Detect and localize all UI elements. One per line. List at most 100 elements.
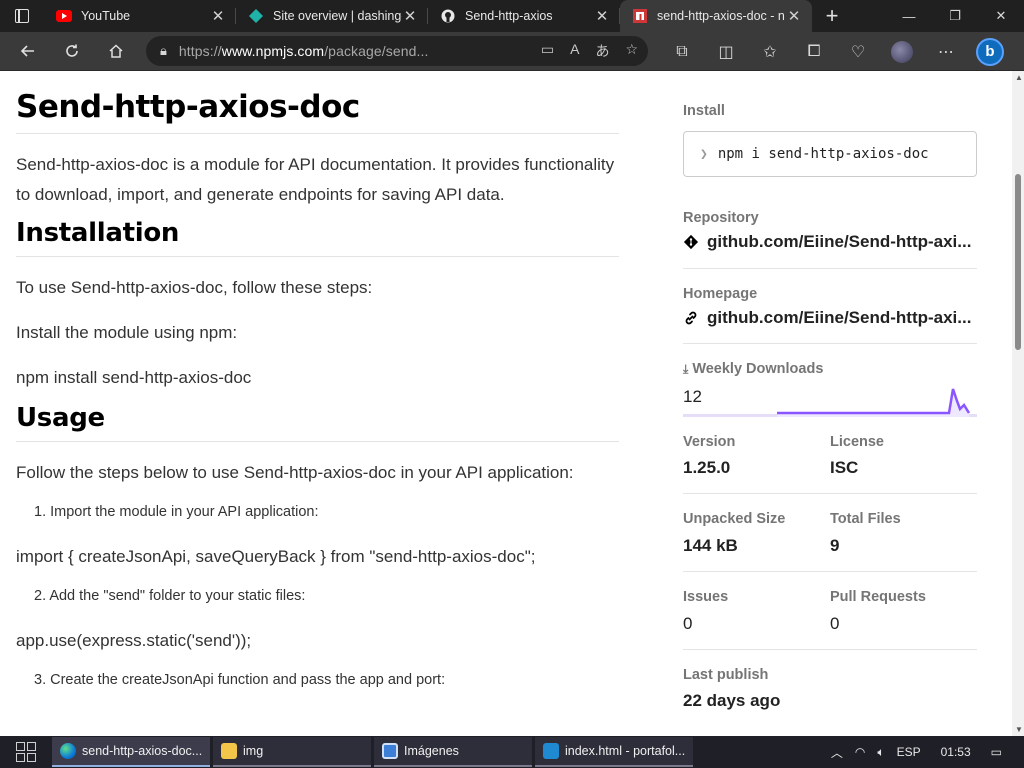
- tab-youtube[interactable]: YouTube ✕: [44, 0, 236, 32]
- tab-close-icon[interactable]: ✕: [210, 7, 226, 25]
- refresh-button[interactable]: [52, 35, 92, 67]
- version-label: Version: [683, 434, 736, 450]
- back-button[interactable]: [8, 35, 48, 67]
- taskbar-item-label: send-http-axios-doc...: [82, 744, 203, 758]
- vscode-icon: [543, 743, 559, 759]
- netlify-icon: [248, 8, 264, 24]
- extensions-button[interactable]: ⧉: [660, 32, 704, 71]
- edge-icon: [60, 743, 76, 759]
- home-icon: [109, 44, 123, 58]
- installation-text: Install the module using npm:: [16, 323, 238, 342]
- repository-link[interactable]: github.com/Eiine/Send-http-axi...: [683, 232, 977, 252]
- tab-close-icon[interactable]: ✕: [402, 7, 418, 25]
- installation-heading: Installation: [16, 218, 619, 257]
- homepage-value[interactable]: github.com/Eiine/Send-http-axi...: [707, 308, 971, 328]
- download-icon: ⤓: [683, 362, 689, 376]
- puzzle-icon: ⧉: [676, 42, 688, 60]
- pull-requests-value[interactable]: 0: [830, 614, 977, 634]
- total-files-label: Total Files: [830, 511, 901, 527]
- refresh-icon: [66, 44, 78, 57]
- unpacked-size-value: 144 kB: [683, 536, 738, 555]
- lock-icon[interactable]: 🔒︎: [160, 43, 167, 59]
- usage-heading: Usage: [16, 403, 619, 442]
- tab-netlify[interactable]: Site overview | dashing- ✕: [236, 0, 428, 32]
- translate-icon[interactable]: あ: [595, 41, 609, 61]
- package-sidebar: Install ❯ npm i send-http-axios-doc Repo…: [683, 71, 977, 711]
- browser-essentials-button[interactable]: ♡: [836, 32, 880, 71]
- start-button[interactable]: [0, 736, 52, 768]
- install-command-box[interactable]: ❯ npm i send-http-axios-doc: [683, 131, 977, 177]
- tab-close-icon[interactable]: ✕: [594, 7, 610, 25]
- favorite-star-icon[interactable]: ☆: [625, 41, 638, 61]
- list-item: 2. Add the "send" folder to your static …: [34, 588, 306, 604]
- repository-label: Repository: [683, 210, 759, 226]
- tab-title: send-http-axios-doc - n: [657, 9, 785, 23]
- downloads-sparkline: [777, 388, 971, 417]
- repository-value[interactable]: github.com/Eiine/Send-http-axi...: [707, 232, 971, 252]
- windows-start-icon: [16, 742, 36, 762]
- home-button[interactable]: [96, 35, 136, 67]
- scroll-down-icon[interactable]: ▼: [1015, 725, 1023, 734]
- address-bar[interactable]: 🔒︎ https://www.npmjs.com/package/send...…: [146, 36, 648, 66]
- notification-icon[interactable]: ▭: [985, 745, 1024, 759]
- list-item: 1. Import the module in your API applica…: [34, 504, 319, 520]
- tab-actions-button[interactable]: [0, 0, 44, 32]
- github-icon: [440, 8, 456, 24]
- clock[interactable]: 01:53: [927, 745, 985, 759]
- installation-text: To use Send-http-axios-doc, follow these…: [16, 278, 373, 297]
- taskbar-item-vscode[interactable]: index.html - portafol...: [535, 737, 693, 767]
- read-aloud-icon[interactable]: A: [570, 41, 579, 61]
- settings-more-button[interactable]: ⋯: [924, 32, 968, 71]
- install-command[interactable]: npm i send-http-axios-doc: [718, 146, 929, 162]
- list-item: 3. Create the createJsonApi function and…: [34, 672, 446, 688]
- issues-value[interactable]: 0: [683, 614, 830, 634]
- app-available-icon[interactable]: ▭: [541, 41, 554, 61]
- tab-title: YouTube: [81, 9, 131, 23]
- collections-button[interactable]: ⧠: [792, 32, 836, 71]
- homepage-link[interactable]: github.com/Eiine/Send-http-axi...: [683, 308, 977, 328]
- split-screen-icon: ◫: [718, 43, 734, 61]
- tab-close-icon[interactable]: ✕: [786, 7, 802, 25]
- homepage-label: Homepage: [683, 286, 758, 302]
- wifi-icon[interactable]: ◠: [849, 745, 871, 759]
- scrollbar-thumb[interactable]: [1015, 174, 1021, 350]
- taskbar-item-label: Imágenes: [404, 744, 459, 758]
- restore-button[interactable]: ❐: [932, 0, 978, 32]
- heart-pulse-icon: ♡: [850, 43, 866, 61]
- taskbar-item-folder[interactable]: img: [213, 737, 371, 767]
- bing-chat-button[interactable]: b: [968, 32, 1012, 71]
- issues-label: Issues: [683, 589, 729, 605]
- new-tab-button[interactable]: +: [812, 0, 852, 32]
- scroll-up-icon[interactable]: ▲: [1015, 73, 1023, 82]
- speaker-icon[interactable]: 🔈︎: [871, 745, 890, 760]
- code-line: app.use(express.static('send'));: [16, 631, 252, 650]
- close-window-button[interactable]: ✕: [978, 0, 1024, 32]
- bing-icon: b: [976, 37, 1004, 66]
- link-icon: [683, 310, 699, 326]
- favorites-icon: ✩: [763, 43, 777, 61]
- tab-bar: YouTube ✕ Site overview | dashing- ✕ Sen…: [0, 0, 1024, 32]
- favorites-button[interactable]: ✩: [748, 32, 792, 71]
- page-scrollbar[interactable]: ▲ ▼: [1012, 71, 1024, 736]
- navigation-bar: 🔒︎ https://www.npmjs.com/package/send...…: [0, 32, 1024, 71]
- folder-icon: [221, 743, 237, 759]
- youtube-icon: [56, 8, 72, 24]
- code-line: import { createJsonApi, saveQueryBack } …: [16, 547, 536, 566]
- url-text[interactable]: https://www.npmjs.com/package/send...: [179, 43, 541, 59]
- taskbar-item-images[interactable]: Imágenes: [374, 737, 532, 767]
- split-screen-button[interactable]: ◫: [704, 32, 748, 71]
- total-files-value: 9: [830, 536, 840, 555]
- git-icon: [683, 234, 699, 250]
- minimize-button[interactable]: —: [886, 0, 932, 32]
- tab-npm[interactable]: send-http-axios-doc - n ✕: [620, 0, 812, 32]
- taskbar-item-edge[interactable]: send-http-axios-doc...: [52, 737, 210, 767]
- tab-title: Send-http-axios: [465, 9, 553, 23]
- npm-icon: [632, 8, 648, 24]
- package-title: Send-http-axios-doc: [16, 89, 619, 134]
- taskbar: send-http-axios-doc... img Imágenes inde…: [0, 736, 1024, 768]
- profile-button[interactable]: [880, 32, 924, 71]
- tab-github[interactable]: Send-http-axios ✕: [428, 0, 620, 32]
- language-indicator[interactable]: ESP: [891, 745, 927, 759]
- chevron-up-icon[interactable]: ︿: [825, 744, 849, 761]
- weekly-downloads-row: 12: [683, 381, 977, 417]
